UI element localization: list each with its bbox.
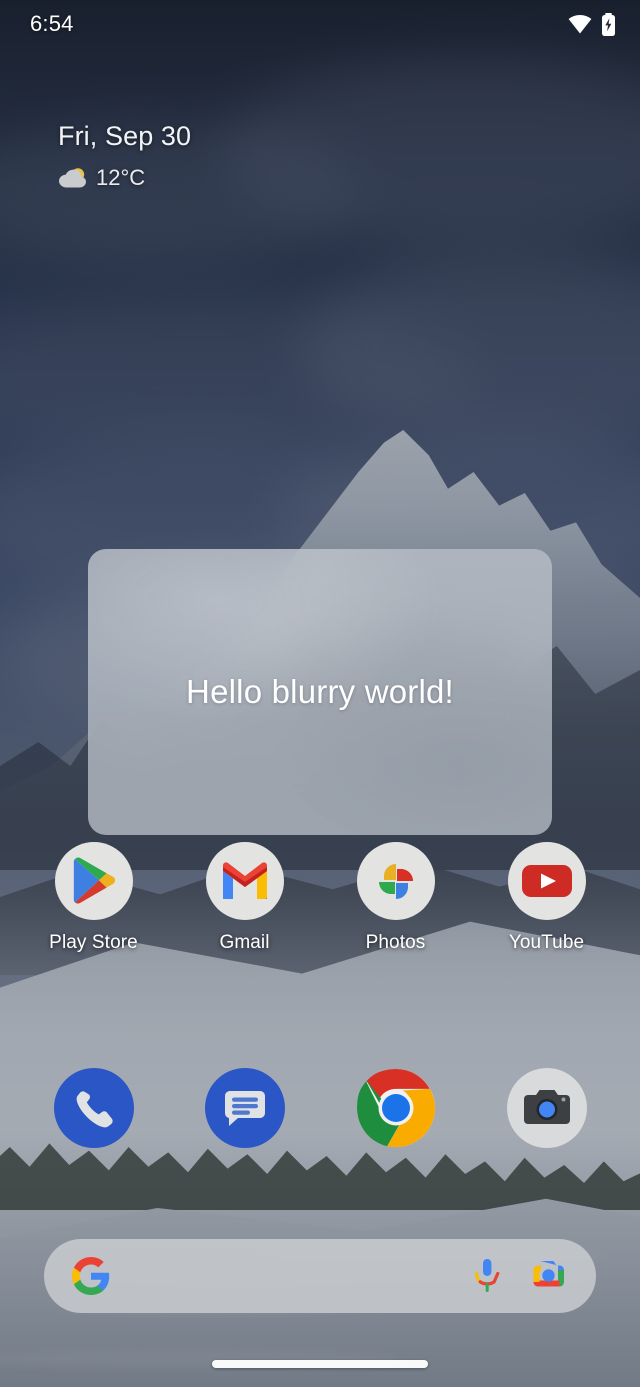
gmail-icon[interactable]	[205, 842, 284, 920]
dock-shortcut-chrome[interactable]	[332, 1068, 460, 1148]
app-label: Photos	[365, 932, 426, 953]
date-weather-widget[interactable]: Fri, Sep 30 12°C	[58, 121, 191, 191]
status-bar-clock: 6:54	[30, 11, 74, 36]
app-label: YouTube	[508, 932, 585, 953]
app-shortcut-youtube[interactable]: YouTube	[483, 842, 611, 954]
dock	[0, 1068, 640, 1148]
partly-cloudy-icon	[58, 166, 88, 190]
camera-icon[interactable]	[506, 1068, 587, 1148]
messages-icon[interactable]	[204, 1068, 285, 1148]
widget-weather[interactable]: 12°C	[58, 165, 191, 191]
youtube-icon[interactable]	[507, 842, 586, 920]
widget-temperature-text: 12°C	[96, 164, 146, 190]
phone-icon[interactable]	[53, 1068, 134, 1148]
google-mic-icon[interactable]	[472, 1257, 502, 1295]
app-shortcut-play-store[interactable]: Play Store	[30, 842, 158, 954]
app-shortcut-gmail[interactable]: Gmail	[181, 842, 309, 954]
blur-card-text: Hello blurry world!	[186, 673, 454, 710]
search-placeholder: Search	[110, 1265, 173, 1287]
status-bar: 6:54	[0, 0, 640, 48]
search-actions	[472, 1257, 566, 1295]
google-search-bar[interactable]: Search	[44, 1239, 596, 1313]
dock-shortcut-camera[interactable]	[483, 1068, 611, 1148]
home-gesture-pill[interactable]	[212, 1360, 428, 1368]
chrome-icon[interactable]	[356, 1068, 436, 1148]
app-label: Play Store	[49, 932, 138, 953]
wifi-icon	[568, 14, 592, 34]
battery-charging-icon	[601, 12, 616, 36]
google-photos-icon[interactable]	[356, 842, 435, 920]
play-store-icon[interactable]	[54, 842, 133, 920]
app-label: Gmail	[219, 932, 270, 953]
search-logo	[72, 1257, 110, 1295]
dock-shortcut-phone[interactable]	[30, 1068, 158, 1148]
search-input[interactable]: Search	[110, 1265, 472, 1288]
home-screen: 6:54 Fri, Sep 30 12°C Play Store Gmail P…	[0, 0, 640, 1387]
widget-date-text[interactable]: Fri, Sep 30	[58, 121, 191, 152]
blur-overlay-card[interactable]: Hello blurry world!	[88, 549, 552, 835]
app-grid-row: Play Store Gmail Photos YouTube	[0, 842, 640, 954]
status-bar-icons	[568, 12, 616, 36]
dock-shortcut-messages[interactable]	[181, 1068, 309, 1148]
app-shortcut-photos[interactable]: Photos	[332, 842, 460, 954]
google-g-icon	[72, 1257, 110, 1295]
google-lens-icon[interactable]	[528, 1259, 566, 1293]
